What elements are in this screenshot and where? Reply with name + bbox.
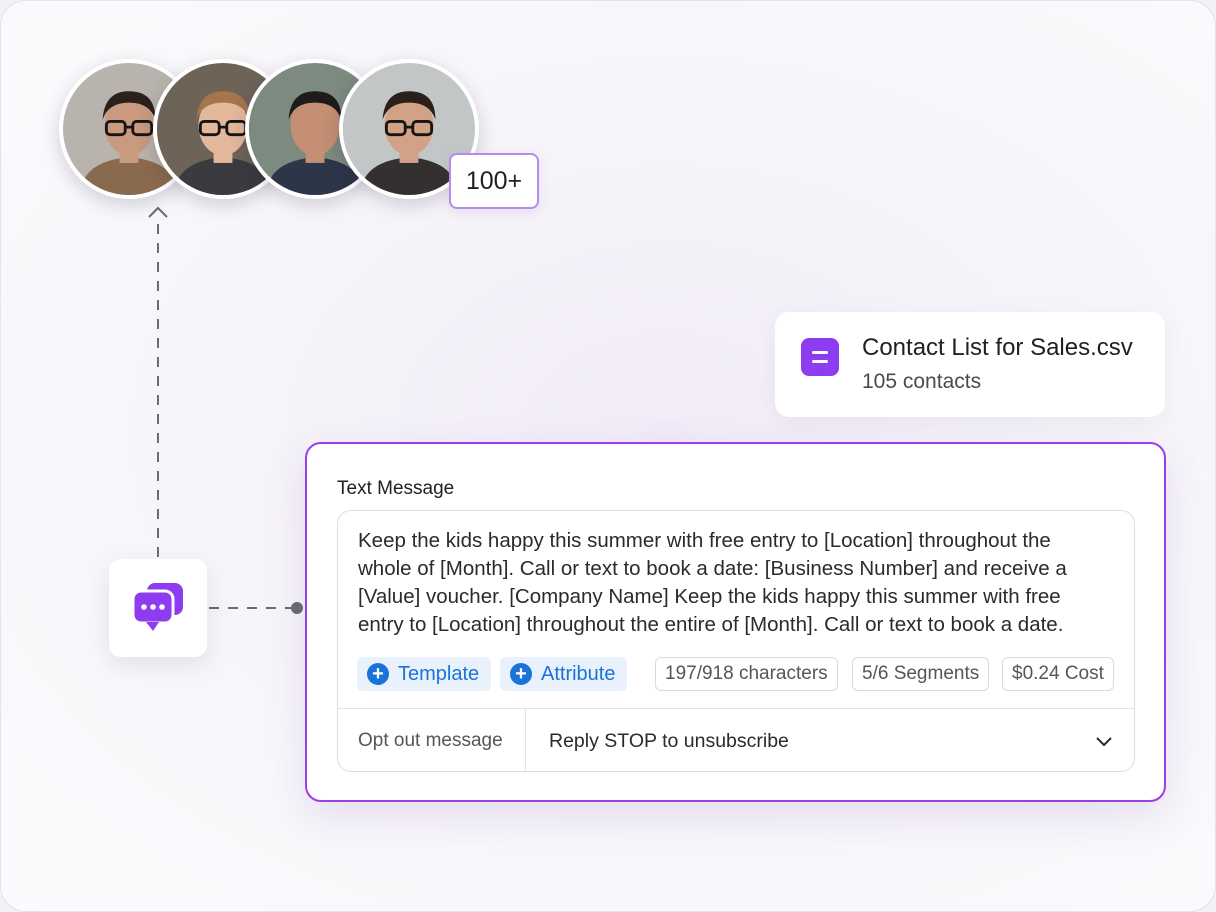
contact-list-card[interactable]: Contact List for Sales.csv 105 contacts	[775, 312, 1165, 417]
opt-out-select[interactable]: Reply STOP to unsubscribe	[526, 709, 1134, 771]
channel-tile[interactable]	[109, 559, 207, 657]
contact-count: 105 contacts	[862, 370, 982, 393]
segment-count: 5/6 Segments	[852, 657, 990, 691]
attribute-button[interactable]: + Attribute	[500, 657, 628, 691]
recipient-avatars: 100+	[59, 59, 539, 209]
opt-out-row: Opt out message Reply STOP to unsubscrib…	[338, 708, 1134, 771]
plus-icon: +	[367, 663, 389, 685]
opt-out-value: Reply STOP to unsubscribe	[549, 729, 789, 752]
connector-dot	[291, 602, 303, 614]
canvas: 100+ Contact List for Sales.csv 105 cont…	[0, 0, 1216, 912]
recipient-count-badge: 100+	[449, 153, 539, 209]
list-file-icon	[801, 338, 839, 376]
attribute-button-label: Attribute	[541, 662, 616, 685]
chat-bubbles-icon	[131, 583, 183, 631]
text-message-label: Text Message	[337, 478, 455, 499]
message-body[interactable]: Keep the kids happy this summer with fre…	[358, 527, 1098, 639]
chevron-down-icon	[1096, 737, 1112, 747]
template-button-label: Template	[398, 662, 480, 685]
contact-list-title: Contact List for Sales.csv	[862, 334, 1133, 361]
opt-out-label: Opt out message	[338, 709, 526, 771]
arrow-up-icon	[148, 206, 168, 218]
message-cost: $0.24 Cost	[1002, 657, 1114, 691]
text-message-card: Text Message Keep the kids happy this su…	[305, 442, 1166, 802]
character-count: 197/918 characters	[655, 657, 838, 691]
message-editor[interactable]: Keep the kids happy this summer with fre…	[337, 510, 1135, 772]
template-button[interactable]: + Template	[357, 657, 492, 691]
plus-icon: +	[510, 663, 532, 685]
